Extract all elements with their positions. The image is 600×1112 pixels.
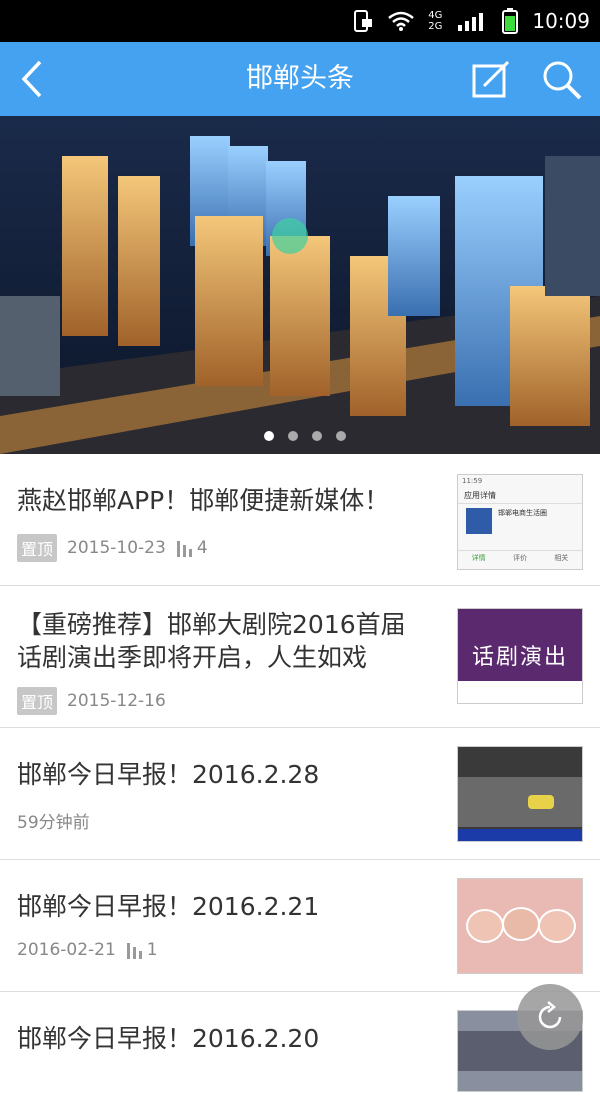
battery-icon <box>502 8 519 34</box>
news-item-2[interactable]: 【重磅推荐】邯郸大剧院2016首届话剧演出季即将开启，人生如戏 置顶 2015-… <box>0 586 600 728</box>
network-4g: 4G <box>428 10 443 21</box>
thumb-app-name: 邯郸电商生活圈 <box>498 509 547 517</box>
carousel-dot-1[interactable] <box>264 431 274 441</box>
news-item-4[interactable]: 邯郸今日早报！2016.2.21 2016-02-21 1 <box>0 860 600 992</box>
news-list: 燕赵邯郸APP！邯郸便捷新媒体！ 置顶 2015-10-23 4 11:59 应… <box>0 454 600 1112</box>
network-type: 4G 2G <box>428 10 442 32</box>
signal-icon <box>458 13 484 31</box>
thumb-app-logo <box>466 508 492 534</box>
thumb-app-heading: 应用详情 <box>458 488 582 504</box>
news-thumbnail <box>457 878 583 974</box>
views-count: 1 <box>126 940 158 960</box>
status-icons: 4G 2G 10:09 <box>352 0 590 42</box>
refresh-button[interactable] <box>517 984 583 1050</box>
news-item-5[interactable]: 邯郸今日早报！2016.2.20 <box>0 992 600 1112</box>
news-title: 【重磅推荐】邯郸大剧院2016首届话剧演出季即将开启，人生如戏 <box>17 610 406 672</box>
thumb-app-statusbar: 11:59 <box>462 477 483 485</box>
carousel-dots <box>264 431 346 441</box>
app-bar: 邯郸头条 <box>0 42 600 116</box>
news-meta: 置顶 2015-10-23 4 <box>17 534 208 562</box>
views-bar-icon <box>126 943 142 959</box>
news-thumbnail <box>457 746 583 842</box>
thumb-baby-3 <box>538 909 576 943</box>
status-time: 10:09 <box>532 9 590 33</box>
search-icon[interactable] <box>540 58 584 102</box>
news-title: 燕赵邯郸APP！邯郸便捷新媒体！ <box>17 486 390 515</box>
status-bar: 4G 2G 10:09 <box>0 0 600 42</box>
refresh-icon <box>538 1001 562 1029</box>
banner-image <box>0 116 600 454</box>
news-date: 2015-10-23 <box>67 538 166 558</box>
carousel-dot-2[interactable] <box>288 431 298 441</box>
pinned-badge: 置顶 <box>17 534 58 562</box>
thumb-app-row: 邯郸电商生活圈 <box>458 504 582 538</box>
pinned-badge: 置顶 <box>17 687 58 715</box>
thumb-street-caption <box>458 829 582 841</box>
news-thumbnail: 11:59 应用详情 邯郸电商生活圈 详情 评价 相关 <box>457 474 583 570</box>
thumb-drama-text: 话剧演出 <box>472 645 569 670</box>
carousel-dot-3[interactable] <box>312 431 322 441</box>
back-arrow-icon[interactable] <box>14 56 54 102</box>
edit-icon[interactable] <box>470 58 512 100</box>
wifi-icon <box>388 11 415 31</box>
views-count: 4 <box>176 538 208 558</box>
network-2g: 2G <box>428 21 443 32</box>
news-meta: 置顶 2015-12-16 <box>17 687 166 715</box>
news-title: 邯郸今日早报！2016.2.21 <box>17 892 320 921</box>
news-date: 2016-02-21 <box>17 940 116 960</box>
thumb-baby-1 <box>466 909 504 943</box>
news-thumbnail: 话剧演出 <box>457 608 583 704</box>
news-title: 邯郸今日早报！2016.2.20 <box>17 1024 320 1053</box>
views-bar-icon <box>176 541 192 557</box>
news-item-1[interactable]: 燕赵邯郸APP！邯郸便捷新媒体！ 置顶 2015-10-23 4 11:59 应… <box>0 454 600 586</box>
banner-carousel[interactable] <box>0 116 600 454</box>
carousel-dot-4[interactable] <box>336 431 346 441</box>
news-meta: 59分钟前 <box>17 808 90 833</box>
news-date: 2015-12-16 <box>67 691 166 711</box>
phone-vibrate-icon <box>354 10 373 32</box>
news-item-3[interactable]: 邯郸今日早报！2016.2.28 59分钟前 <box>0 728 600 860</box>
thumb-app-tabs: 详情 评价 相关 <box>458 550 582 563</box>
thumb-tab-3: 相关 <box>554 554 569 562</box>
news-time: 59分钟前 <box>17 813 90 833</box>
news-title: 邯郸今日早报！2016.2.28 <box>17 760 320 789</box>
thumb-street-road <box>458 777 582 827</box>
news-meta: 2016-02-21 1 <box>17 940 158 960</box>
views-number: 1 <box>146 940 158 960</box>
thumb-tab-2: 评价 <box>512 554 527 562</box>
views-number: 4 <box>196 538 208 558</box>
thumb-street-car <box>528 795 554 809</box>
thumb-baby-2 <box>502 907 540 941</box>
thumb-drama-crowd <box>458 681 582 703</box>
thumb-tab-1: 详情 <box>471 554 486 562</box>
